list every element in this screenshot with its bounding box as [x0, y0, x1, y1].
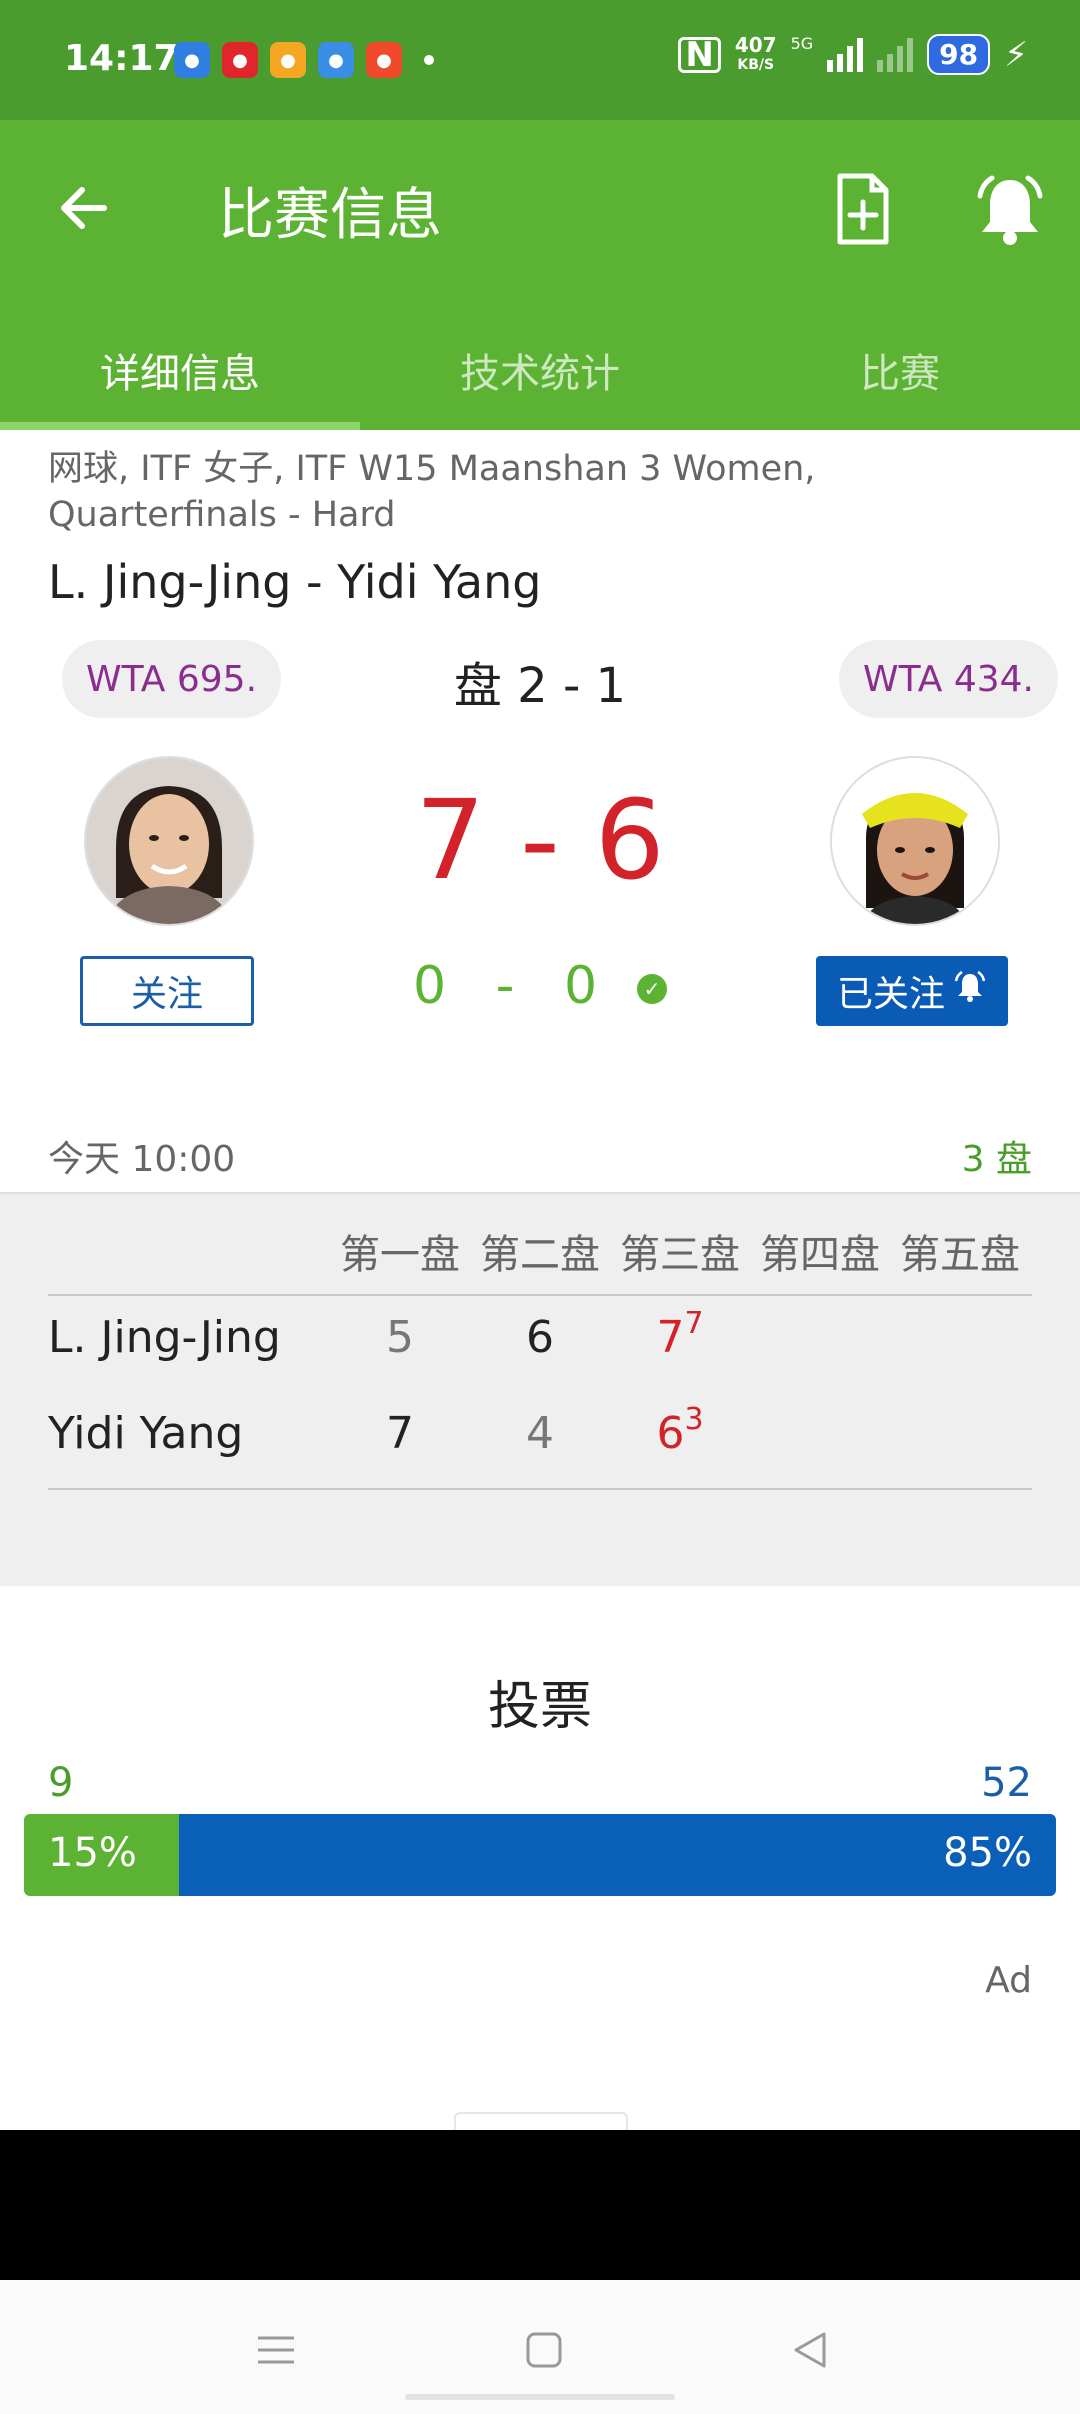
set-headers: 第一盘 第二盘 第三盘 第四盘 第五盘	[330, 1222, 1030, 1280]
ad-banner[interactable]	[0, 2130, 1080, 2280]
set-score-value: 6	[526, 1312, 554, 1363]
vote-bar[interactable]: 15% 85%	[24, 1814, 1056, 1896]
set-score-cell: 4	[470, 1408, 610, 1459]
vote-player2-percent: 85%	[943, 1830, 1032, 1876]
table-row: Yidi Yang 7 4 63	[48, 1402, 1032, 1468]
vote-player2-bar[interactable]: 85%	[178, 1814, 1056, 1896]
set-score-cell: 63	[610, 1402, 750, 1459]
set-score-value: 4	[526, 1408, 554, 1459]
tab-1[interactable]: 技术统计	[360, 310, 720, 430]
signal-icon	[827, 37, 864, 72]
status-indicators: N 407 KB/S 5G 98 ⚡	[678, 34, 1028, 75]
signal-secondary-icon	[877, 37, 914, 72]
set-score-value: 5	[386, 1312, 414, 1363]
table-row: L. Jing-Jing 5 6 77	[48, 1306, 1032, 1372]
nfc-icon: N	[678, 36, 721, 73]
more-notifications-dot	[424, 55, 434, 65]
home-icon[interactable]	[514, 2320, 574, 2380]
vote-player2-count: 52	[981, 1760, 1032, 1806]
set-score-cell: 7	[330, 1408, 470, 1459]
tab-bar: 详细信息 技术统计 比赛	[0, 310, 1080, 430]
video-app-icon: ●	[366, 42, 402, 78]
match-title: L. Jing-Jing - Yidi Yang	[48, 555, 542, 609]
tournament-info: 网球, ITF 女子, ITF W15 Maanshan 3 Women, Qu…	[48, 449, 816, 535]
set-score-cell: 77	[610, 1306, 750, 1363]
player2-avatar[interactable]	[830, 756, 1000, 926]
tiebreak-score: 7	[684, 1306, 704, 1341]
vote-player1-bar[interactable]: 15%	[24, 1814, 179, 1896]
vote-title: 投票	[487, 1677, 592, 1737]
vote-player1-percent: 15%	[48, 1830, 137, 1876]
serving-indicator-icon: ✓	[637, 974, 668, 1004]
following-player2-button[interactable]: 已关注	[816, 956, 1008, 1026]
add-to-calendar-icon[interactable]	[826, 170, 898, 250]
set-header: 第三盘	[620, 1232, 740, 1278]
bell-icon	[953, 970, 987, 1013]
table-divider	[48, 1294, 1032, 1296]
back-arrow-icon[interactable]	[52, 176, 116, 240]
match-date: 今天 10:00	[48, 1139, 236, 1180]
app-bar: 比赛信息 详细信息 技术统计 比赛	[0, 120, 1080, 430]
charging-icon: ⚡	[1004, 34, 1028, 75]
row-player-name: L. Jing-Jing	[48, 1312, 281, 1363]
tab-0[interactable]: 详细信息	[0, 310, 360, 430]
cloud-app-icon: ●	[174, 42, 210, 78]
status-app-icons: ● ● ● ● ●	[174, 42, 434, 78]
set-score-cell: 5	[330, 1312, 470, 1363]
set-score-value: 7	[386, 1408, 414, 1459]
vote-player1-count: 9	[48, 1760, 74, 1806]
menu-icon[interactable]	[246, 2320, 306, 2380]
set-score-cell: 6	[470, 1312, 610, 1363]
browser-app-icon: ●	[318, 42, 354, 78]
net-speed: 407 KB/S	[735, 35, 777, 75]
status-time: 14:17	[64, 38, 179, 79]
best-of-sets: 3 盘	[961, 1139, 1032, 1180]
table-divider	[48, 1488, 1032, 1490]
following-label: 已关注	[836, 974, 945, 1015]
set-score-table: 第一盘 第二盘 第三盘 第四盘 第五盘 L. Jing-Jing 5 6 77 Yidi Yan…	[0, 1192, 1080, 1586]
set-header: 第五盘	[900, 1232, 1020, 1278]
tab-2[interactable]: 比赛	[720, 310, 1080, 430]
net-speed-unit: KB/S	[737, 56, 775, 73]
game-score-value: 0 - 0	[412, 956, 598, 1016]
set-score-value: 6	[656, 1408, 685, 1459]
net-speed-value: 407	[734, 32, 777, 57]
notification-bell-icon[interactable]	[970, 170, 1050, 250]
battery-indicator: 98	[927, 34, 991, 75]
home-indicator[interactable]	[405, 2394, 675, 2400]
set-header: 第四盘	[760, 1232, 880, 1278]
back-icon[interactable]	[780, 2320, 840, 2380]
weibo-app-icon: ●	[270, 42, 306, 78]
page-title: 比赛信息	[218, 183, 442, 248]
network-type: 5G	[790, 34, 814, 53]
red-packet-app-icon: ●	[222, 42, 258, 78]
set-header: 第一盘	[340, 1232, 460, 1278]
ad-label: Ad	[985, 1960, 1032, 2001]
set-header: 第二盘	[480, 1232, 600, 1278]
player2-rank-badge[interactable]: WTA 434.	[838, 640, 1058, 718]
set-score-value: 7	[656, 1312, 685, 1363]
status-bar: 14:17 ● ● ● ● ● N 407 KB/S 5G 98 ⚡	[0, 0, 1080, 120]
tiebreak-score: 3	[684, 1402, 704, 1437]
match-date-row: 今天 10:00 3 盘	[48, 1130, 1032, 1182]
row-player-name: Yidi Yang	[48, 1408, 244, 1459]
